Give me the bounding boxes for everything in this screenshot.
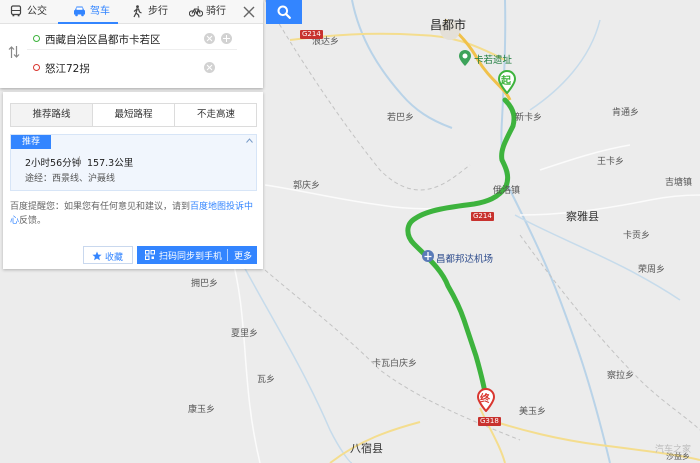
plan-badge: 推荐 [11,135,51,149]
town-label: 若巴乡 [387,113,415,123]
town-label: 王卡乡 [597,157,625,167]
route-panel: 公交 驾车 步行 骑行 西藏自治区昌都市卡若区 怒江72拐 [0,0,263,88]
city-label: 昌都市 [430,18,467,32]
tip-prefix: 百度提醒您：如果您有任何意见和建议，请到 [10,202,191,212]
poi-label-karuo: 卡若遗址 [474,55,513,66]
chevron-up-icon[interactable] [246,138,253,143]
strategy-shortest[interactable]: 最短路程 [93,104,175,126]
bus-icon [10,5,22,17]
clear-end-icon[interactable] [204,62,215,73]
tab-bus[interactable]: 公交 [10,0,54,24]
plan-distance: 157.3公里 [87,158,134,169]
tip-suffix: 反馈。 [19,216,47,226]
clear-start-icon[interactable] [204,33,215,44]
road-shield: G318 [478,417,501,426]
county-label: 察雅县 [566,210,599,223]
tab-walk-label: 步行 [148,6,168,17]
start-marker-label: 起 [501,76,511,87]
close-icon[interactable] [241,4,257,20]
send-to-phone-button[interactable]: 扫码同步到手机 更多 [137,246,257,264]
more-button[interactable]: 更多 [234,249,252,262]
route-result-card: 推荐路线 最短路程 不走高速 推荐 2小时56分钟 157.3公里 途经：西景线… [3,92,263,269]
town-label: 察拉乡 [607,371,635,381]
active-tab-indicator [58,22,118,24]
plan-via-roads: 途经：西景线、沪聂线 [25,174,116,184]
end-waypoint-row[interactable]: 怒江72拐 [27,57,237,79]
end-input[interactable]: 怒江72拐 [45,61,90,76]
road-shield: G214 [471,212,494,221]
car-icon [74,6,85,17]
road-shield: G214 [300,30,323,39]
swap-waypoints-icon[interactable] [8,45,20,59]
start-waypoint-row[interactable]: 西藏自治区昌都市卡若区 [27,28,237,50]
route-strategy-tabs: 推荐路线 最短路程 不走高速 [10,103,257,127]
favorite-button[interactable]: 收藏 [83,246,133,264]
send-to-phone-label: 扫码同步到手机 [159,252,223,262]
button-divider [227,249,228,261]
town-label: 夏里乡 [231,329,259,339]
airport-label: 昌都邦达机场 [436,254,494,265]
tab-bus-label: 公交 [27,6,47,17]
route-plan[interactable]: 推荐 2小时56分钟 157.3公里 途经：西景线、沪聂线 [10,134,257,191]
start-input[interactable]: 西藏自治区昌都市卡若区 [45,32,161,47]
town-label: 荣周乡 [638,265,666,275]
poi-pin-icon[interactable] [459,50,471,66]
airport-icon[interactable] [422,250,434,262]
end-marker-label: 终 [480,394,490,405]
town-label: 瓦乡 [257,375,276,385]
town-label: 康玉乡 [188,405,216,415]
tab-bike-label: 骑行 [206,6,226,17]
plan-duration: 2小时56分钟 [25,158,82,169]
transport-mode-tabs: 公交 驾车 步行 骑行 [0,0,263,24]
tab-walk[interactable]: 步行 [131,0,175,24]
town-label: 郭庆乡 [293,181,321,191]
feedback-tip: 百度提醒您：如果您有任何意见和建议，请到百度地图投诉中心反馈。 [10,200,254,228]
county-label-south: 八宿县 [350,442,383,455]
strategy-recommended[interactable]: 推荐路线 [11,104,93,126]
start-dot-icon [33,35,40,42]
strategy-no-highway[interactable]: 不走高速 [175,104,257,126]
town-label: 新卡乡 [515,113,543,123]
tab-drive[interactable]: 驾车 [73,0,117,24]
search-button[interactable] [266,0,302,24]
town-label: 美玉乡 [519,407,547,417]
add-waypoint-icon[interactable] [221,33,232,44]
town-label: 肯通乡 [612,108,640,118]
walk-icon [133,5,142,18]
end-dot-icon [33,64,40,71]
qr-code-icon [145,250,155,260]
town-label: 拥巴乡 [191,279,219,289]
town-label: 卡瓦白庆乡 [372,359,418,369]
tab-drive-label: 驾车 [90,6,110,17]
watermark: 汽车之家 [655,445,692,455]
plan-separator [79,156,80,166]
star-icon [92,251,102,261]
town-label: 吉塘镇 [665,178,693,188]
start-marker[interactable]: 起 [498,70,516,94]
tab-bike[interactable]: 骑行 [189,0,233,24]
bike-icon [189,6,203,17]
favorite-label: 收藏 [105,253,124,263]
search-icon [277,5,291,19]
town-label: 俄洛镇 [493,186,521,196]
end-marker[interactable]: 终 [477,388,495,412]
town-label: 卡贡乡 [623,231,651,241]
